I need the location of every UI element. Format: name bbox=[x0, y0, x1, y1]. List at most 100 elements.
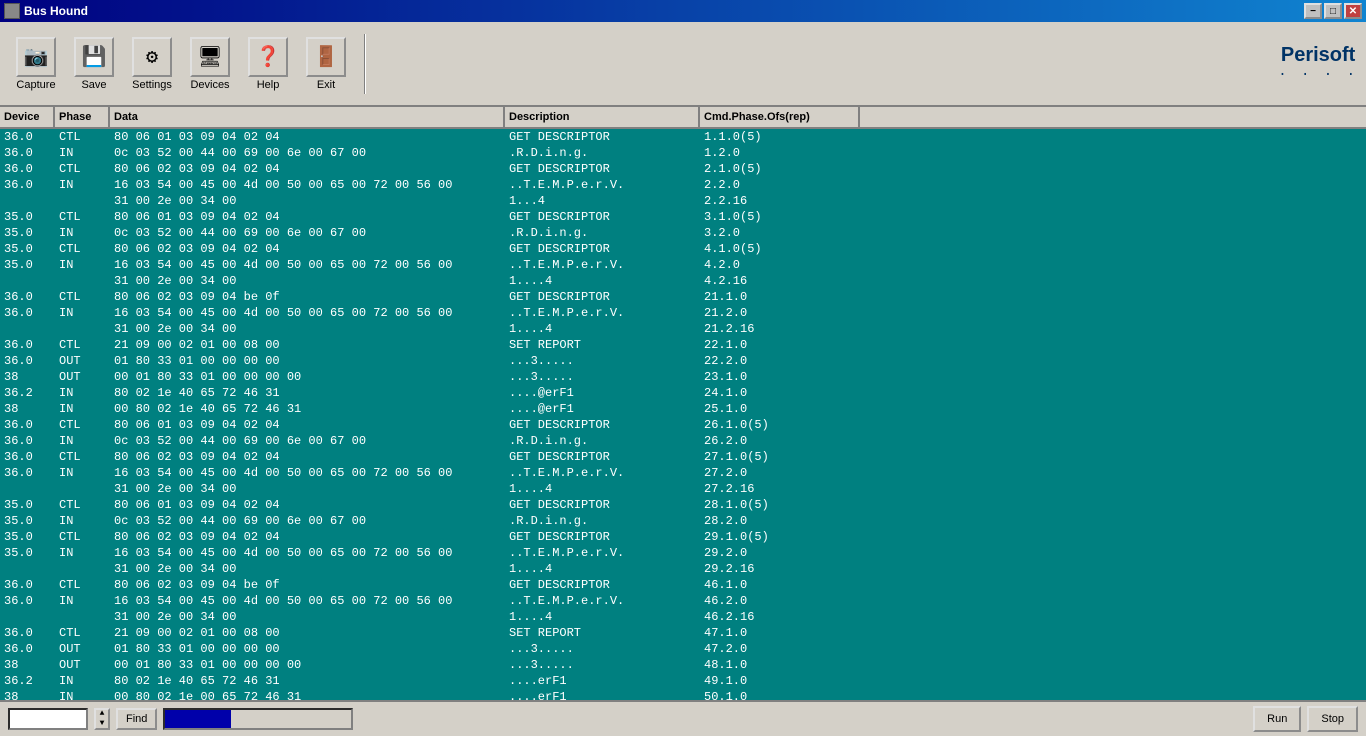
perisoft-logo: Perisoft · · · · bbox=[1278, 44, 1358, 83]
col-header-cmd: Cmd.Phase.Ofs(rep) bbox=[700, 107, 860, 127]
table-row[interactable]: 36.0 CTL 80 06 02 03 09 04 02 04 GET DES… bbox=[0, 449, 1366, 465]
cell-phase: IN bbox=[55, 465, 110, 481]
table-row[interactable]: 36.0 IN 16 03 54 00 45 00 4d 00 50 00 65… bbox=[0, 305, 1366, 321]
table-row[interactable]: 36.0 CTL 21 09 00 02 01 00 08 00 SET REP… bbox=[0, 337, 1366, 353]
cell-data: 80 02 1e 40 65 72 46 31 bbox=[110, 385, 505, 401]
table-row[interactable]: 36.0 IN 16 03 54 00 45 00 4d 00 50 00 65… bbox=[0, 465, 1366, 481]
table-row[interactable]: 31 00 2e 00 34 00 1....4 46.2.16 bbox=[0, 609, 1366, 625]
cell-data: 0c 03 52 00 44 00 69 00 6e 00 67 00 bbox=[110, 145, 505, 161]
toolbar-help-button[interactable]: ❓ Help bbox=[240, 33, 296, 95]
table-row[interactable]: 36.0 IN 16 03 54 00 45 00 4d 00 50 00 65… bbox=[0, 593, 1366, 609]
table-row[interactable]: 31 00 2e 00 34 00 1....4 29.2.16 bbox=[0, 561, 1366, 577]
cell-cmd: 27.1.0(5) bbox=[700, 449, 860, 465]
cell-phase: CTL bbox=[55, 241, 110, 257]
cell-phase: IN bbox=[55, 593, 110, 609]
cell-phase: CTL bbox=[55, 497, 110, 513]
cell-data: 00 80 02 1e 00 65 72 46 31 bbox=[110, 689, 505, 700]
table-row[interactable]: 36.0 CTL 80 06 01 03 09 04 02 04 GET DES… bbox=[0, 417, 1366, 433]
cell-phase bbox=[55, 481, 110, 497]
table-row[interactable]: 35.0 IN 0c 03 52 00 44 00 69 00 6e 00 67… bbox=[0, 513, 1366, 529]
cell-cmd: 50.1.0 bbox=[700, 689, 860, 700]
table-row[interactable]: 36.0 CTL 80 06 02 03 09 04 be 0f GET DES… bbox=[0, 289, 1366, 305]
cell-data: 16 03 54 00 45 00 4d 00 50 00 65 00 72 0… bbox=[110, 305, 505, 321]
cell-cmd: 29.2.16 bbox=[700, 561, 860, 577]
cell-desc: ....@erF1 bbox=[505, 401, 700, 417]
spinner-up-button[interactable]: ▲ ▼ bbox=[94, 708, 110, 730]
cell-cmd: 21.2.16 bbox=[700, 321, 860, 337]
cell-data: 80 06 02 03 09 04 02 04 bbox=[110, 449, 505, 465]
cell-phase: IN bbox=[55, 513, 110, 529]
column-headers: Device Phase Data Description Cmd.Phase.… bbox=[0, 107, 1366, 129]
table-row[interactable]: 35.0 CTL 80 06 01 03 09 04 02 04 GET DES… bbox=[0, 497, 1366, 513]
table-row[interactable]: 31 00 2e 00 34 00 1....4 27.2.16 bbox=[0, 481, 1366, 497]
cell-device: 36.0 bbox=[0, 641, 55, 657]
table-row[interactable]: 35.0 IN 16 03 54 00 45 00 4d 00 50 00 65… bbox=[0, 545, 1366, 561]
table-row[interactable]: 36.0 CTL 80 06 01 03 09 04 02 04 GET DES… bbox=[0, 129, 1366, 145]
minimize-button[interactable]: − bbox=[1304, 3, 1322, 19]
toolbar-settings-button[interactable]: ⚙ Settings bbox=[124, 33, 180, 95]
bottom-bar: ▲ ▼ Find Run Stop bbox=[0, 700, 1366, 736]
toolbar-devices-button[interactable]: 🖥 Devices bbox=[182, 33, 238, 95]
cell-phase bbox=[55, 609, 110, 625]
table-row[interactable]: 36.0 CTL 80 06 02 03 09 04 02 04 GET DES… bbox=[0, 161, 1366, 177]
table-row[interactable]: 36.0 CTL 80 06 02 03 09 04 be 0f GET DES… bbox=[0, 577, 1366, 593]
progress-bar-container bbox=[163, 708, 353, 730]
cell-device bbox=[0, 273, 55, 289]
cell-device: 36.0 bbox=[0, 289, 55, 305]
cell-data: 00 80 02 1e 40 65 72 46 31 bbox=[110, 401, 505, 417]
cell-phase: CTL bbox=[55, 625, 110, 641]
cell-cmd: 28.1.0(5) bbox=[700, 497, 860, 513]
table-row[interactable]: 36.0 IN 0c 03 52 00 44 00 69 00 6e 00 67… bbox=[0, 145, 1366, 161]
restore-button[interactable]: □ bbox=[1324, 3, 1342, 19]
cell-cmd: 3.1.0(5) bbox=[700, 209, 860, 225]
table-row[interactable]: 35.0 CTL 80 06 02 03 09 04 02 04 GET DES… bbox=[0, 529, 1366, 545]
data-area[interactable]: 36.0 CTL 80 06 01 03 09 04 02 04 GET DES… bbox=[0, 129, 1366, 700]
table-row[interactable]: 38 IN 00 80 02 1e 40 65 72 46 31 ....@er… bbox=[0, 401, 1366, 417]
table-row[interactable]: 36.2 IN 80 02 1e 40 65 72 46 31 ....erF1… bbox=[0, 673, 1366, 689]
cell-device: 36.0 bbox=[0, 593, 55, 609]
table-row[interactable]: 36.0 OUT 01 80 33 01 00 00 00 00 ...3...… bbox=[0, 641, 1366, 657]
toolbar-save-button[interactable]: 💾 Save bbox=[66, 33, 122, 95]
toolbar-capture-button[interactable]: 📷 Capture bbox=[8, 33, 64, 95]
cell-data: 16 03 54 00 45 00 4d 00 50 00 65 00 72 0… bbox=[110, 177, 505, 193]
cell-phase: CTL bbox=[55, 209, 110, 225]
cell-data: 31 00 2e 00 34 00 bbox=[110, 561, 505, 577]
cell-cmd: 46.1.0 bbox=[700, 577, 860, 593]
table-row[interactable]: 36.0 OUT 01 80 33 01 00 00 00 00 ...3...… bbox=[0, 353, 1366, 369]
cell-device: 38 bbox=[0, 657, 55, 673]
cell-phase: CTL bbox=[55, 337, 110, 353]
cell-data: 31 00 2e 00 34 00 bbox=[110, 321, 505, 337]
table-row[interactable]: 36.0 IN 16 03 54 00 45 00 4d 00 50 00 65… bbox=[0, 177, 1366, 193]
find-input[interactable] bbox=[8, 708, 88, 730]
cell-device: 36.0 bbox=[0, 177, 55, 193]
cell-phase: IN bbox=[55, 545, 110, 561]
cell-data: 0c 03 52 00 44 00 69 00 6e 00 67 00 bbox=[110, 433, 505, 449]
toolbar-exit-button[interactable]: 🚪 Exit bbox=[298, 33, 354, 95]
table-row[interactable]: 36.2 IN 80 02 1e 40 65 72 46 31 ....@erF… bbox=[0, 385, 1366, 401]
col-header-phase: Phase bbox=[55, 107, 110, 127]
table-row[interactable]: 38 OUT 00 01 80 33 01 00 00 00 00 ...3..… bbox=[0, 657, 1366, 673]
find-button[interactable]: Find bbox=[116, 708, 157, 730]
cell-data: 80 06 02 03 09 04 02 04 bbox=[110, 161, 505, 177]
table-row[interactable]: 31 00 2e 00 34 00 1....4 21.2.16 bbox=[0, 321, 1366, 337]
stop-button[interactable]: Stop bbox=[1307, 706, 1358, 732]
table-row[interactable]: 35.0 CTL 80 06 02 03 09 04 02 04 GET DES… bbox=[0, 241, 1366, 257]
cell-cmd: 3.2.0 bbox=[700, 225, 860, 241]
table-row[interactable]: 38 IN 00 80 02 1e 00 65 72 46 31 ....erF… bbox=[0, 689, 1366, 700]
cell-cmd: 46.2.16 bbox=[700, 609, 860, 625]
cell-data: 00 01 80 33 01 00 00 00 00 bbox=[110, 369, 505, 385]
table-row[interactable]: 36.0 IN 0c 03 52 00 44 00 69 00 6e 00 67… bbox=[0, 433, 1366, 449]
table-row[interactable]: 35.0 IN 16 03 54 00 45 00 4d 00 50 00 65… bbox=[0, 257, 1366, 273]
cell-cmd: 24.1.0 bbox=[700, 385, 860, 401]
table-row[interactable]: 31 00 2e 00 34 00 1....4 4.2.16 bbox=[0, 273, 1366, 289]
cell-phase: OUT bbox=[55, 369, 110, 385]
table-row[interactable]: 38 OUT 00 01 80 33 01 00 00 00 00 ...3..… bbox=[0, 369, 1366, 385]
run-button[interactable]: Run bbox=[1253, 706, 1301, 732]
cell-desc: ..T.E.M.P.e.r.V. bbox=[505, 593, 700, 609]
table-row[interactable]: 35.0 CTL 80 06 01 03 09 04 02 04 GET DES… bbox=[0, 209, 1366, 225]
table-row[interactable]: 36.0 CTL 21 09 00 02 01 00 08 00 SET REP… bbox=[0, 625, 1366, 641]
cell-cmd: 2.2.16 bbox=[700, 193, 860, 209]
close-button[interactable]: ✕ bbox=[1344, 3, 1362, 19]
table-row[interactable]: 31 00 2e 00 34 00 1...4 2.2.16 bbox=[0, 193, 1366, 209]
table-row[interactable]: 35.0 IN 0c 03 52 00 44 00 69 00 6e 00 67… bbox=[0, 225, 1366, 241]
